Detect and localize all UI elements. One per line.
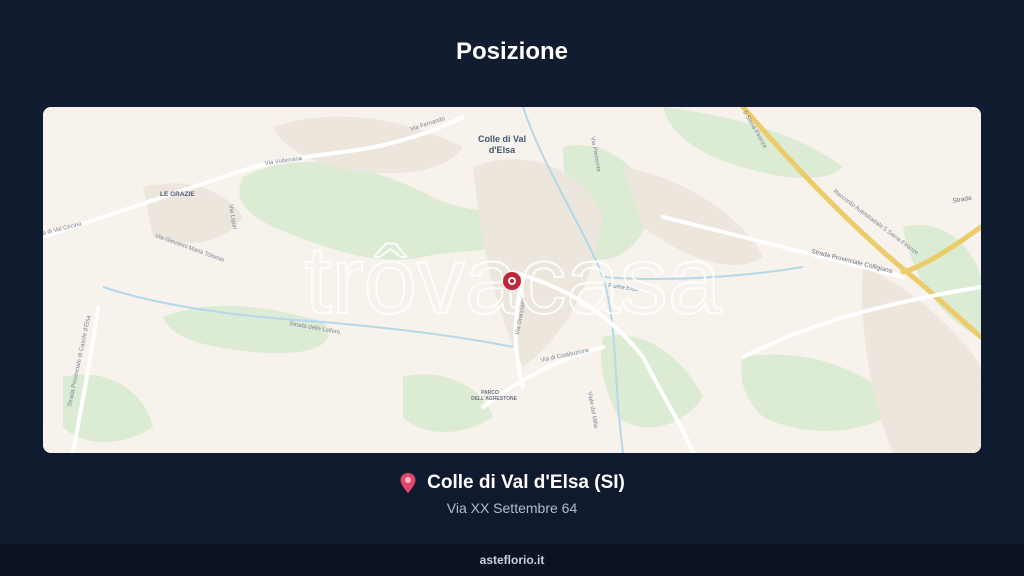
map-pin-icon [400,473,416,493]
map-canvas: Colle di Val d'Elsa LE GRAZIE Via Volter… [43,107,981,453]
location-name: Colle di Val d'Elsa (SI) [427,472,625,493]
map-pin-icon[interactable] [503,272,521,290]
page: Posizione Colle di Val d'Elsa LE GRAZIE … [0,0,1024,576]
map-label-parco-2: DELL'AGRESTONE [471,396,517,402]
page-title: Posizione [455,38,569,65]
map-label-town-2: d'Elsa [489,145,516,155]
map-label-town: Colle di Val [478,134,526,144]
footer: asteflorio.it [0,544,1024,576]
location-row: Colle di Val d'Elsa (SI) [0,472,1024,494]
map[interactable]: Colle di Val d'Elsa LE GRAZIE Via Volter… [43,107,981,453]
map-label-le-grazie: LE GRAZIE [160,191,195,198]
location-address: Via XX Settembre 64 [446,500,578,516]
footer-brand[interactable]: asteflorio.it [480,553,545,567]
